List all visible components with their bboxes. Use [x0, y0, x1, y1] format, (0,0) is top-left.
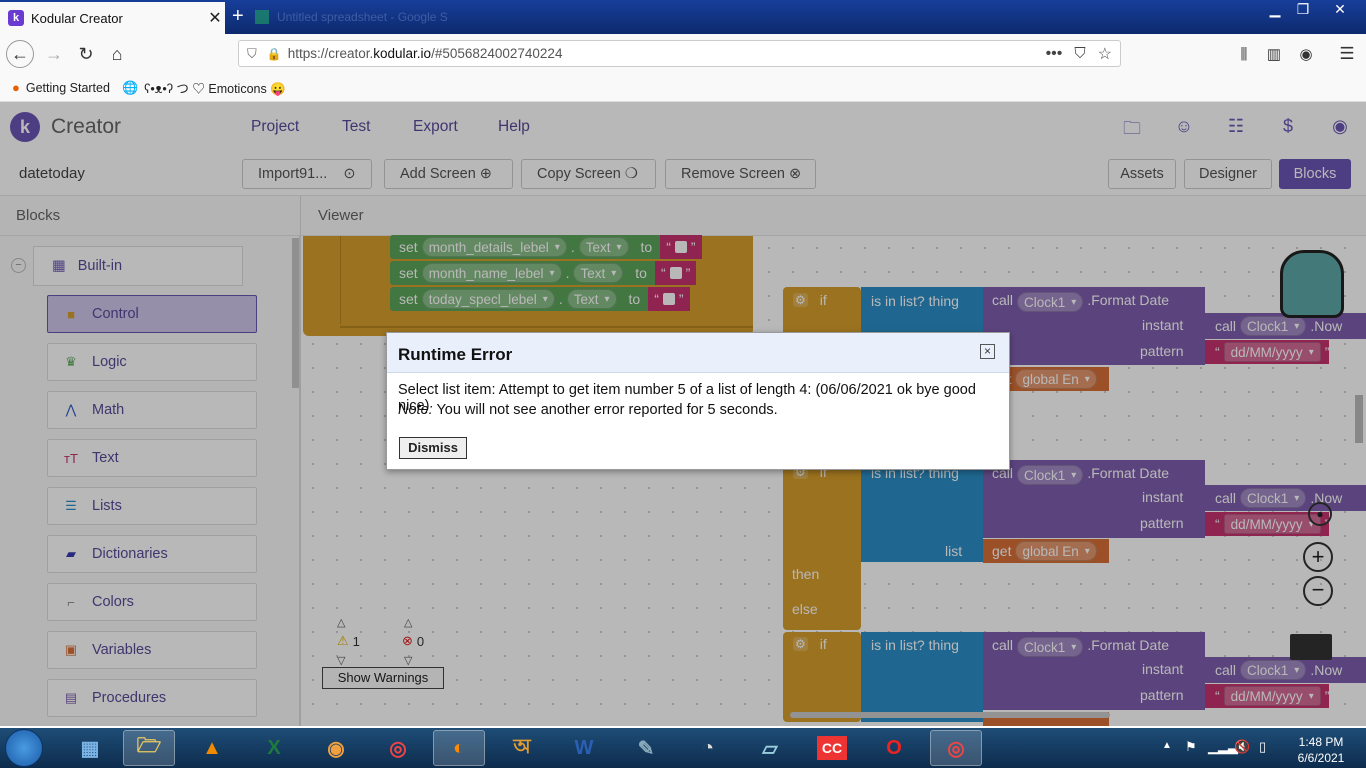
taskbar-chrome2-icon[interactable]: ◎ [930, 730, 982, 766]
taskbar-editor-icon[interactable]: ✎ [620, 730, 672, 766]
start-button[interactable] [5, 729, 43, 767]
taskbar-media-icon[interactable]: ◔ [682, 730, 734, 766]
tab-title: Kodular Creator [31, 10, 123, 26]
close-window-icon[interactable]: ✕ [1327, 0, 1353, 18]
taskbar-firefox-icon[interactable]: ◐ [433, 730, 485, 766]
bookmark-star-icon[interactable]: ☆ [1098, 44, 1112, 64]
taskbar-app2-icon[interactable]: অ [496, 730, 548, 766]
minimize-icon[interactable]: ▁ [1262, 0, 1288, 18]
lock-icon: 🔒 [266, 46, 282, 61]
reload-icon[interactable]: ↻ [72, 40, 100, 68]
tab-spreadsheet[interactable]: Untitled spreadsheet - Google S [255, 6, 470, 28]
taskbar-word-icon[interactable]: W [558, 730, 610, 766]
back-icon[interactable]: ← [6, 40, 34, 68]
bookmarks-bar: ● Getting Started 🌐 ʕ•ᴥ•ʔ つ ♡ Emoticons 😛 [0, 74, 1366, 102]
globe-icon: 🌐 [121, 79, 139, 95]
flag-icon[interactable]: ⚑ [1185, 739, 1197, 755]
runtime-error-dialog: Runtime Error × Select list item: Attemp… [386, 332, 1010, 470]
account-icon[interactable]: ◉ [1292, 40, 1320, 68]
taskbar-chrome-icon[interactable]: ◎ [372, 730, 424, 766]
taskbar-explorer-icon[interactable]: 🗁 [123, 730, 175, 766]
firefox-icon: ● [12, 80, 20, 95]
forward-icon[interactable]: → [40, 40, 68, 68]
new-tab-icon[interactable]: + [232, 6, 244, 26]
url-bar[interactable]: ⛉ 🔒 https://creator.kodular.io/#50568240… [238, 40, 1121, 67]
sheets-favicon-icon [255, 10, 269, 24]
bookmark-emoticons[interactable]: 🌐 ʕ•ᴥ•ʔ つ ♡ Emoticons 😛 [122, 78, 286, 97]
hamburger-menu-icon[interactable]: ☰ [1333, 40, 1361, 68]
volume-muted-icon[interactable]: 🔇 [1234, 739, 1250, 755]
pocket-icon[interactable]: ⛉ [1074, 45, 1085, 62]
bookmark-getting-started[interactable]: ● Getting Started [12, 80, 110, 95]
kodular-favicon-icon: k [8, 10, 24, 26]
taskbar-notes-icon[interactable]: ▱ [744, 730, 796, 766]
sidebar-icon[interactable]: ▥ [1260, 40, 1288, 68]
shield-icon: ⛉ [247, 45, 257, 61]
battery-icon[interactable]: ▯ [1259, 739, 1266, 755]
tab-title: Untitled spreadsheet - Google S [277, 10, 448, 24]
restore-icon[interactable]: ❐ [1290, 0, 1316, 18]
error-note: Note: You will not see another error rep… [398, 402, 778, 418]
taskbar-cc-icon[interactable]: CC [806, 730, 858, 766]
url-text: https://creator.kodular.io/#505682400274… [287, 46, 563, 61]
taskbar-control-panel-icon[interactable]: ▦ [64, 730, 116, 766]
home-icon[interactable]: ⌂ [103, 40, 131, 68]
taskbar-vlc-icon[interactable]: ▲ [186, 730, 238, 766]
show-hidden-icons[interactable]: ▲ [1162, 740, 1172, 751]
dismiss-button[interactable]: Dismiss [399, 437, 467, 459]
library-icon[interactable]: ⫼ [1230, 40, 1258, 68]
tab-kodular[interactable]: k Kodular Creator ✕ [0, 2, 225, 34]
close-tab-icon[interactable]: ✕ [205, 8, 225, 28]
page-actions-icon[interactable]: ••• [1046, 45, 1063, 63]
dialog-title: Runtime Error [398, 345, 513, 364]
system-clock[interactable]: 1:48 PM 6/6/2021 [1286, 734, 1356, 766]
taskbar-excel-icon[interactable]: X [248, 730, 300, 766]
close-icon[interactable]: × [980, 344, 995, 359]
taskbar-opera-icon[interactable]: O [868, 730, 920, 766]
taskbar-app-icon[interactable]: ◉ [310, 730, 362, 766]
